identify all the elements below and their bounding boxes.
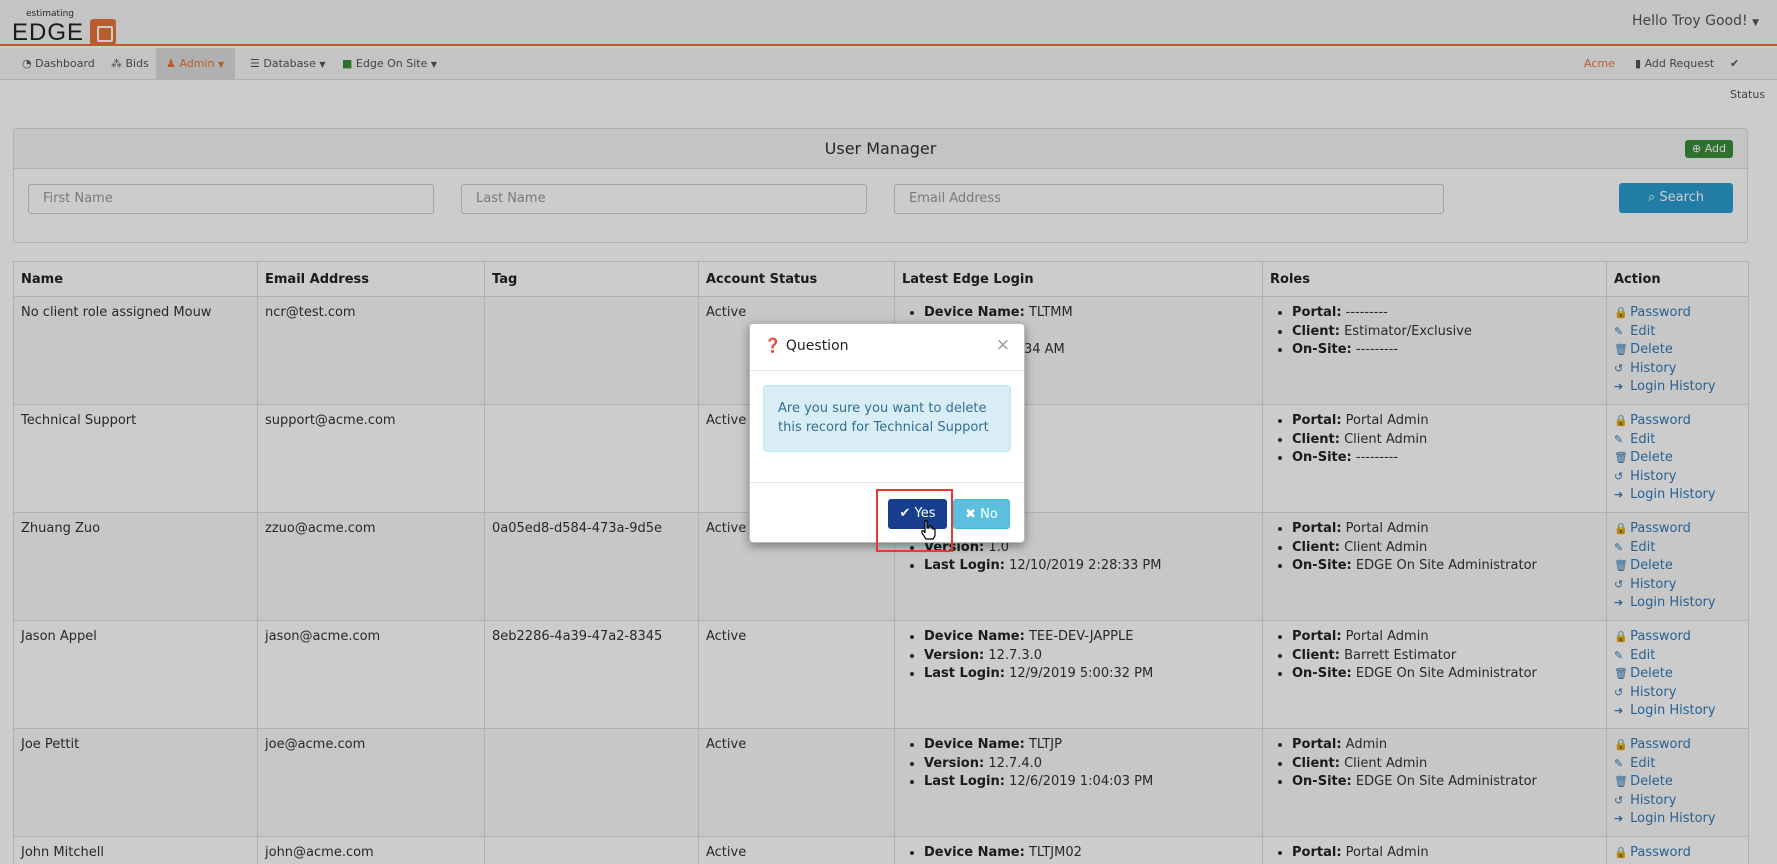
close-icon[interactable]: ×	[996, 335, 1010, 355]
no-button[interactable]: ✖ No	[953, 499, 1010, 529]
highlight-box	[876, 489, 953, 552]
dialog-header: ❓ Question ×	[750, 324, 1024, 371]
no-label: No	[980, 507, 998, 522]
times-circle-icon: ✖	[965, 507, 977, 522]
dialog-title: Question	[785, 338, 849, 354]
question-circle-icon: ❓	[764, 338, 782, 354]
hand-cursor-icon	[921, 520, 936, 540]
dialog-message: Are you sure you want to delete this rec…	[763, 385, 1011, 452]
